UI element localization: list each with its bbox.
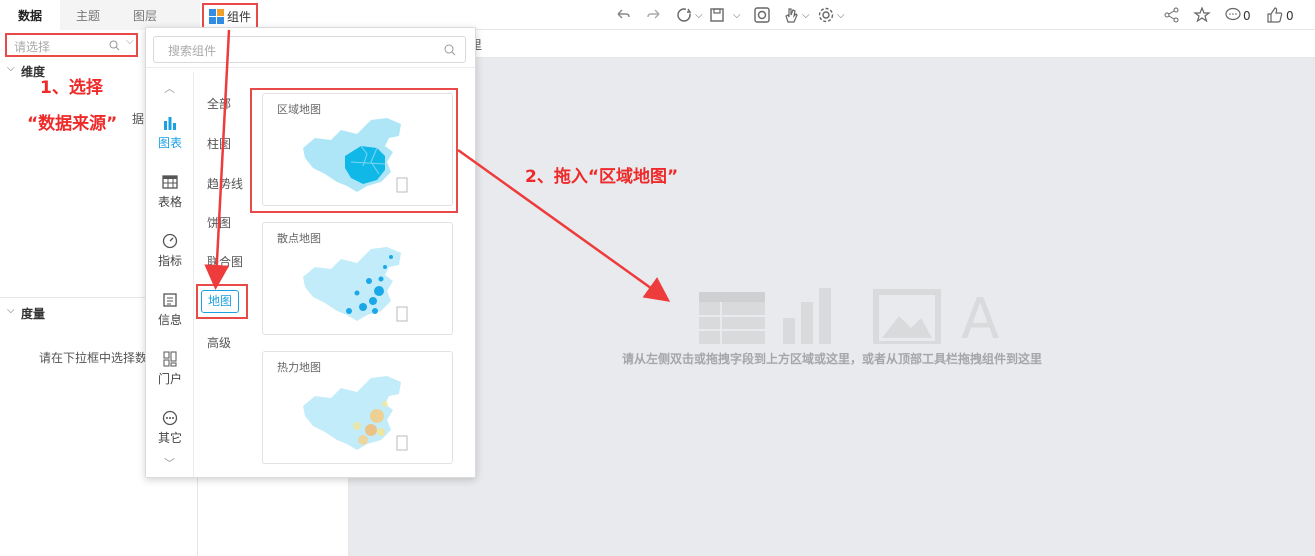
annotation-arrows bbox=[204, 29, 671, 302]
annotation-step1-line1: 1、选择 bbox=[40, 78, 103, 98]
annotation-step2: 2、拖入“区域地图” bbox=[525, 167, 679, 187]
annotation-step1-line2: “数据来源” bbox=[27, 114, 118, 134]
